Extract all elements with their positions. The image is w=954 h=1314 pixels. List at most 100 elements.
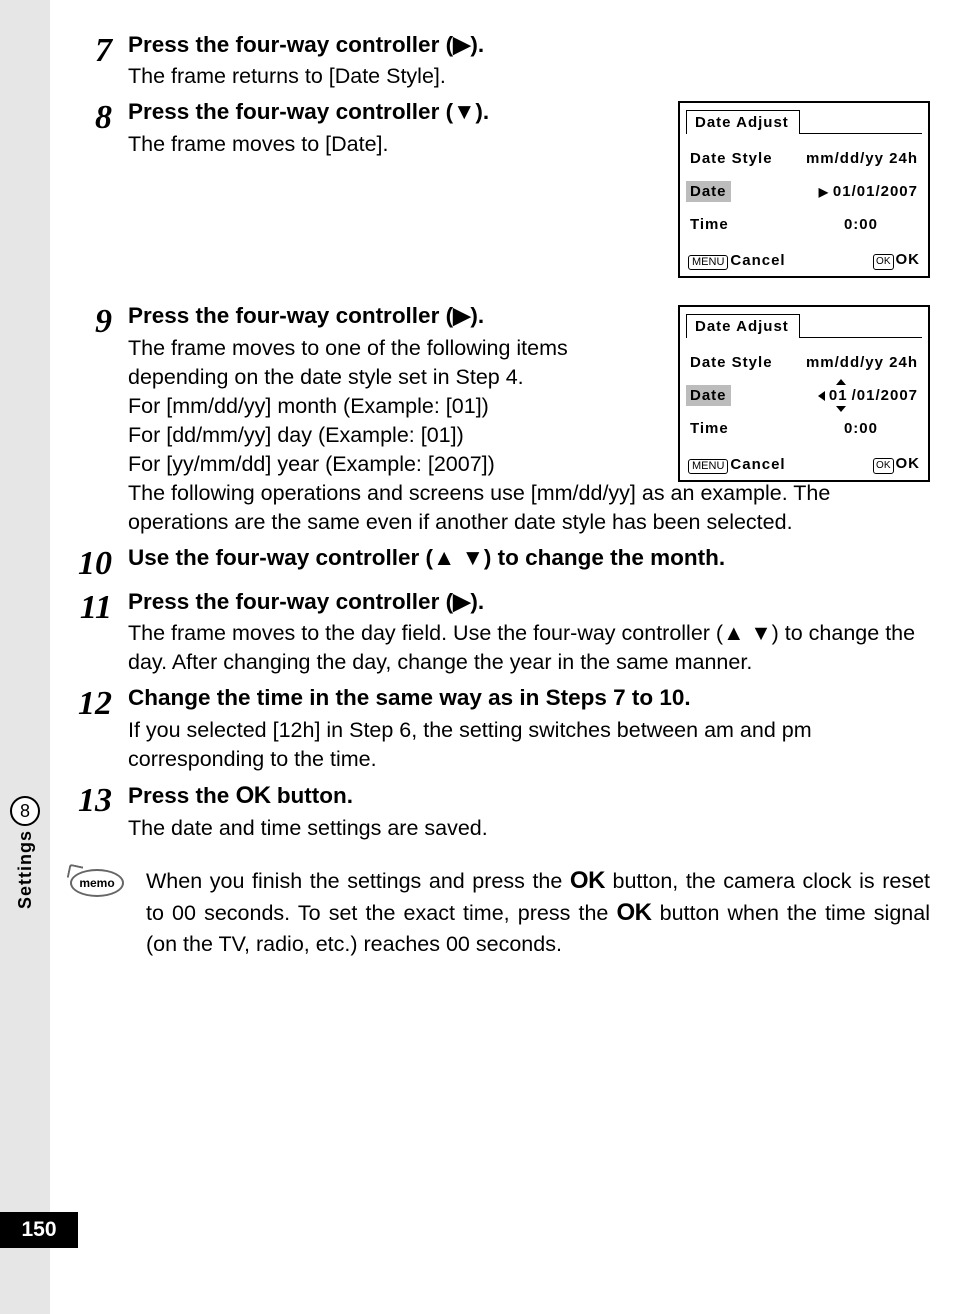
left-arrow-icon [818,391,825,401]
step-title: Change the time in the same way as in St… [128,683,930,713]
memo-icon: memo [70,865,130,897]
ok-label: OK [896,455,921,472]
memo-note: memo When you finish the settings and pr… [70,865,930,959]
page-number: 150 [0,1212,78,1248]
lcd-value: mm/dd/yy 24h [806,354,918,371]
step-number: 7 [70,30,128,68]
step-title: Use the four-way controller (▲ ▼) to cha… [128,543,930,573]
step-desc: The following operations and screens use… [128,479,930,537]
ok-label: OK [896,251,921,268]
step-title-text: Press the four-way controller ( [128,99,453,124]
ok-button-icon: OK [873,254,893,270]
down-arrow-glyph: ▼ [453,99,475,124]
memo-text: When you finish the settings and press t… [146,865,930,959]
step-desc: If you selected [12h] in Step 6, the set… [128,716,930,774]
lcd-value: mm/dd/yy 24h [806,150,918,167]
cancel-label: Cancel [730,252,785,269]
ok-button-text: OK [236,782,271,809]
step-title: Press the four-way controller (▶). [128,30,930,60]
step-title: Press the OK button. [128,780,930,812]
lcd-row-time: Time 0:00 [690,208,918,241]
lcd-screen-month-select: Date Adjust Date Style mm/dd/yy 24h Date… [678,305,930,482]
margin-tab-strip [0,0,50,1314]
step-title-text-end: ) to change the month. [484,545,725,570]
step-title-text-end: ). [475,99,489,124]
step-title-text: Press the four-way controller ( [128,303,453,328]
step-number: 12 [70,683,128,721]
side-chapter-marker: 8 Settings [10,796,40,909]
lcd-label: Date Style [690,354,773,371]
lcd-footer: MENUCancel OKOK [680,451,928,480]
menu-button-icon: MENU [688,459,728,474]
title-a: Press the [128,783,236,808]
step-desc: The frame moves to one of the following … [128,334,568,392]
step-12: 12 Change the time in the same way as in… [70,683,930,773]
step-title-text-end: ). [470,32,484,57]
lcd-screen-date-highlight: Date Adjust Date Style mm/dd/yy 24h Date… [678,101,930,278]
lcd-date-value: 01/01/2007 [833,183,918,200]
step-number: 8 [70,97,128,135]
lcd-label-highlighted: Date [686,385,731,406]
lcd-row-date-style: Date Style mm/dd/yy 24h [690,346,918,379]
step-10: 10 Use the four-way controller (▲ ▼) to … [70,543,930,581]
right-arrow-glyph: ▶ [453,303,470,328]
ok-button-icon: OK [873,458,893,474]
step-desc: For [yy/mm/dd] year (Example: [2007]) [128,450,568,479]
step-title-text: Press the four-way controller ( [128,32,453,57]
lcd-value: 0:00 [844,420,878,437]
step-title: Press the four-way controller (▶). [128,587,930,617]
down-arrow-glyph: ▼ [750,621,771,645]
lcd-title: Date Adjust [686,314,800,338]
down-arrow-glyph: ▼ [462,545,484,570]
lcd-footer-right: OKOK [873,251,920,270]
step-11: 11 Press the four-way controller (▶). Th… [70,587,930,677]
memo-a: When you finish the settings and press t… [146,869,570,893]
step-title-text-end: ). [470,589,484,614]
step-number: 11 [70,587,128,625]
step-desc: The frame moves to the day field. Use th… [128,619,930,677]
lcd-label-highlighted: Date [686,181,731,202]
lcd-footer-right: OKOK [873,455,920,474]
step-number: 13 [70,780,128,818]
lcd-footer-left: MENUCancel [688,252,786,270]
step-title-text: Use the four-way controller ( [128,545,433,570]
right-arrow-glyph: ▶ [453,32,470,57]
lcd-row-time: Time 0:00 [690,412,918,445]
month-field-selected: 01 [829,387,848,404]
lcd-row-date: Date ▶ 01/01/2007 [690,175,918,208]
step-desc: The date and time settings are saved. [128,814,930,843]
chapter-number-circle: 8 [10,796,40,826]
step-title-text: Press the four-way controller ( [128,589,453,614]
ok-button-text: OK [617,899,652,926]
step-title-text-end: ). [470,303,484,328]
lcd-value: 0:00 [844,216,878,233]
lcd-title: Date Adjust [686,110,800,134]
step-number: 10 [70,543,128,581]
page-content: 7 Press the four-way controller (▶). The… [70,30,930,959]
lcd-footer: MENUCancel OKOK [680,247,928,276]
memo-oval-icon: memo [70,869,124,897]
step-13: 13 Press the OK button. The date and tim… [70,780,930,843]
date-rest: /01/2007 [852,387,918,404]
right-arrow-glyph: ▶ [453,589,470,614]
step-desc: For [mm/dd/yy] month (Example: [01]) [128,392,568,421]
lcd-footer-left: MENUCancel [688,456,786,474]
lcd-row-date-style: Date Style mm/dd/yy 24h [690,142,918,175]
step-desc: The frame returns to [Date Style]. [128,62,930,91]
menu-button-icon: MENU [688,255,728,270]
cancel-label: Cancel [730,456,785,473]
chapter-label: Settings [15,830,36,909]
step-7: 7 Press the four-way controller (▶). The… [70,30,930,91]
lcd-value: 01/01/2007 [818,387,918,404]
lcd-label: Time [690,420,729,437]
lcd-row-date: Date 01/01/2007 [690,379,918,412]
step-desc: For [dd/mm/yy] day (Example: [01]) [128,421,568,450]
right-pointer-icon: ▶ [819,185,829,199]
lcd-value: ▶ 01/01/2007 [819,183,918,200]
step-number: 9 [70,301,128,339]
ok-button-text: OK [570,867,605,894]
up-arrow-glyph: ▲ [433,545,455,570]
up-arrow-glyph: ▲ [723,621,744,645]
lcd-label: Date Style [690,150,773,167]
lcd-label: Time [690,216,729,233]
